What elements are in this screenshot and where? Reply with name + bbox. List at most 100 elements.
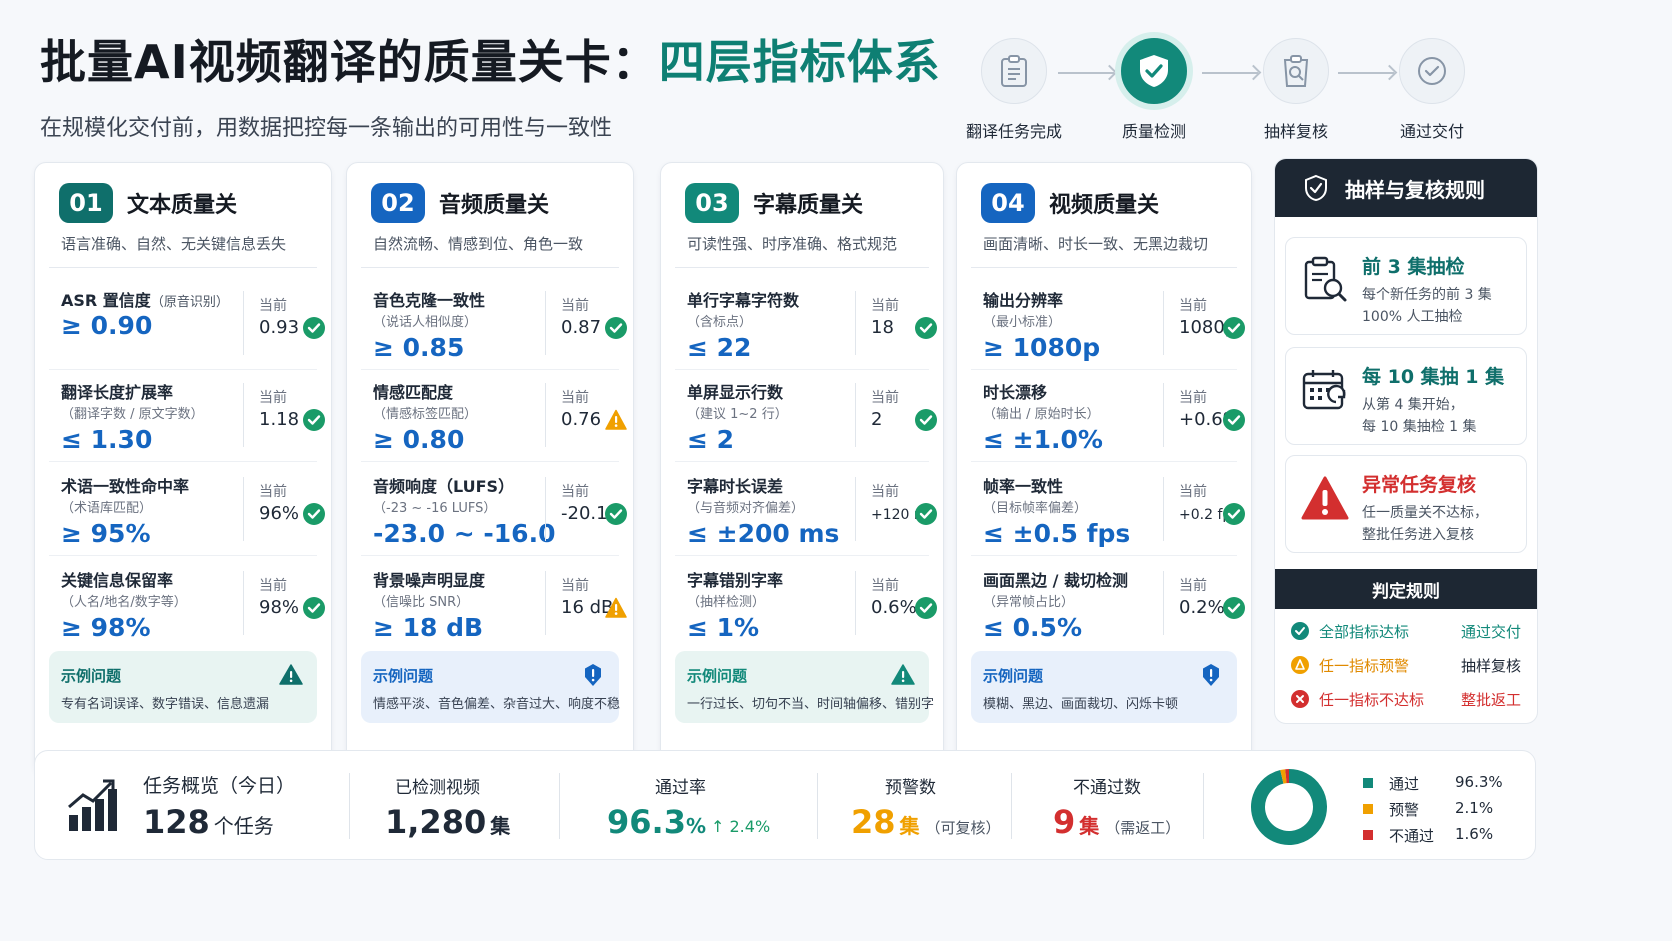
card-header: 04 视频质量关 <box>981 183 1159 223</box>
divider <box>855 291 856 355</box>
card-number-badge: 01 <box>59 183 113 223</box>
divider <box>1163 291 1164 355</box>
metric-row: 输出分辨率 （最小标准） ≥ 1080p 当前 1080p <box>971 275 1245 375</box>
current-label: 当前 <box>1179 390 1207 406</box>
card-title: 文本质量关 <box>127 193 238 218</box>
check-circle-icon <box>1291 622 1309 640</box>
current-label: 当前 <box>561 578 589 594</box>
current-label: 当前 <box>259 578 287 594</box>
metric-name: 音频响度（LUFS） <box>373 477 515 496</box>
metric-note: （最小标准） <box>983 315 1062 330</box>
divider <box>1163 477 1164 541</box>
metric-target: ≥ 1080p <box>983 333 1101 362</box>
pass-rate-donut-chart <box>1251 769 1327 845</box>
metric-name: 背景噪声明显度 <box>373 571 486 590</box>
metric-note: （目标帧率偏差） <box>983 501 1088 516</box>
bar-chart-trend-icon <box>68 779 117 831</box>
current-label: 当前 <box>1179 578 1207 594</box>
metric-note: （含标点） <box>687 315 753 330</box>
metric-name: 关键信息保留率 <box>61 571 174 590</box>
rule-title: 前 3 集抽检 <box>1362 256 1465 278</box>
metric-row: 关键信息保留率 （人名/地名/数字等） ≥ 98% 当前 98% <box>49 555 325 655</box>
judge-condition: 全部指标达标 <box>1319 623 1410 641</box>
current-label: 当前 <box>871 484 899 500</box>
clipboard-icon <box>981 38 1047 104</box>
card-number-badge: 03 <box>685 183 739 223</box>
current-value: 18 <box>871 317 894 338</box>
quality-card-01: 01 文本质量关语言准确、自然、无关键信息丢失 ASR 置信度（原音识别） ≥ 0.9… <box>34 162 332 776</box>
metric-note: （输出 / 原始时长） <box>983 407 1100 422</box>
divider <box>49 267 317 268</box>
judge-header: 判定规则 <box>1275 569 1537 609</box>
divider <box>545 291 546 355</box>
divider <box>243 571 244 635</box>
example-problems: 示例问题 一行过长、切句不当、时间轴偏移、错别字 <box>675 651 934 723</box>
divider <box>243 383 244 447</box>
example-title: 示例问题 <box>983 667 1044 685</box>
checked-value: 1,280 集 <box>385 803 511 841</box>
legend-value: 2.1% <box>1455 799 1494 817</box>
quality-card-04: 04 视频质量关 画面清晰、时长一致、无黑边裁切 输出分辨率 （最小标准） ≥ 1080p… <box>956 162 1252 776</box>
shield-check-icon <box>1305 174 1327 202</box>
metric-row: 翻译长度扩展率 （翻译字数 / 原文字数） ≤ 1.30 当前 1.18 <box>49 367 325 467</box>
judge-condition: 任一指标不达标 <box>1319 691 1425 709</box>
card-description: 语言准确、自然、无关键信息丢失 <box>61 235 287 253</box>
current-value: 0.6% <box>871 597 917 618</box>
check-circle-icon <box>915 597 937 619</box>
metric-name: 单行字幕字符数 <box>687 291 800 310</box>
divider <box>361 267 619 268</box>
check-circle-icon <box>1399 38 1465 104</box>
metric-name: 输出分辨率 <box>983 291 1064 310</box>
example-problems: 示例问题 专有名词误译、数字错误、信息遗漏 <box>49 651 317 723</box>
card-description: 自然流畅、情感到位、角色一致 <box>373 235 584 253</box>
judge-row-pass: 全部指标达标 通过交付 <box>1291 619 1521 645</box>
metric-target: ≥ 0.90 <box>61 311 153 340</box>
metric-note: （人名/地名/数字等） <box>61 595 187 610</box>
rules-header: 抽样与复核规则 <box>1275 159 1537 217</box>
page-subtitle: 在规模化交付前，用数据把控每一条输出的可用性与一致性 <box>40 116 613 141</box>
rule-title: 异常任务复核 <box>1362 474 1477 496</box>
current-label: 当前 <box>561 298 589 314</box>
judge-row-warn: 任一指标预警 抽样复核 <box>1291 653 1521 679</box>
metric-target: ≤ ±1.0% <box>983 425 1103 454</box>
rule-every-ten: 每 10 集抽 1 集 从第 4 集开始，每 10 集抽检 1 集 <box>1285 347 1527 445</box>
warning-triangle-icon <box>605 597 627 619</box>
legend-value: 1.6% <box>1455 825 1494 843</box>
current-label: 当前 <box>871 298 899 314</box>
divider <box>855 477 856 541</box>
metric-row: 画面黑边 / 裁切检测 （异常帧占比） ≤ 0.5% 当前 0.2% <box>971 555 1245 655</box>
current-label: 当前 <box>259 484 287 500</box>
metric-note: （建议 1~2 行） <box>687 407 788 422</box>
sample-search-icon <box>1263 38 1329 104</box>
metric-name: ASR 置信度（原音识别） <box>61 291 229 310</box>
example-problems: 示例问题 情感平淡、音色偏差、杂音过大、响度不稳 <box>361 651 621 723</box>
example-text: 模糊、黑边、画面裁切、闪烁卡顿 <box>983 697 1179 712</box>
flow-label: 抽样复核 <box>1263 122 1328 141</box>
metric-target: ≤ ±200 ms <box>687 519 840 548</box>
card-header: 03 字幕质量关 <box>685 183 863 223</box>
metric-name: 画面黑边 / 裁切检测 <box>983 571 1128 590</box>
metric-note: （抽样检测） <box>687 595 766 610</box>
divider <box>349 773 350 839</box>
current-label: 当前 <box>561 390 589 406</box>
flow-step-sample-review: 抽样复核 <box>1226 38 1366 142</box>
current-value: 2 <box>871 409 883 430</box>
metric-row: 背景噪声明显度 （信噪比 SNR） ≥ 18 dB 当前 16 dB <box>361 555 627 655</box>
metric-row: 情感匹配度 （情感标签匹配） ≥ 0.80 当前 0.76 <box>361 367 627 467</box>
current-label: 当前 <box>259 298 287 314</box>
current-value: 0.76 <box>561 409 602 430</box>
current-value: 0.93 <box>259 317 300 338</box>
alert-icon <box>581 663 605 687</box>
current-value: 0.2% <box>1179 597 1225 618</box>
fail-value: 9 集（需返工） <box>1053 803 1181 841</box>
metric-row: 音色克隆一致性 （说话人相似度） ≥ 0.85 当前 0.87 <box>361 275 627 375</box>
check-circle-icon <box>303 597 325 619</box>
card-number-badge: 04 <box>981 183 1035 223</box>
check-circle-icon <box>303 503 325 525</box>
x-circle-icon <box>1291 690 1309 708</box>
divider <box>855 383 856 447</box>
metric-name: 音色克隆一致性 <box>373 291 486 310</box>
donut-slice-1 <box>1280 769 1287 784</box>
metric-target: ≤ 2 <box>687 425 735 454</box>
example-text: 情感平淡、音色偏差、杂音过大、响度不稳 <box>373 697 621 712</box>
